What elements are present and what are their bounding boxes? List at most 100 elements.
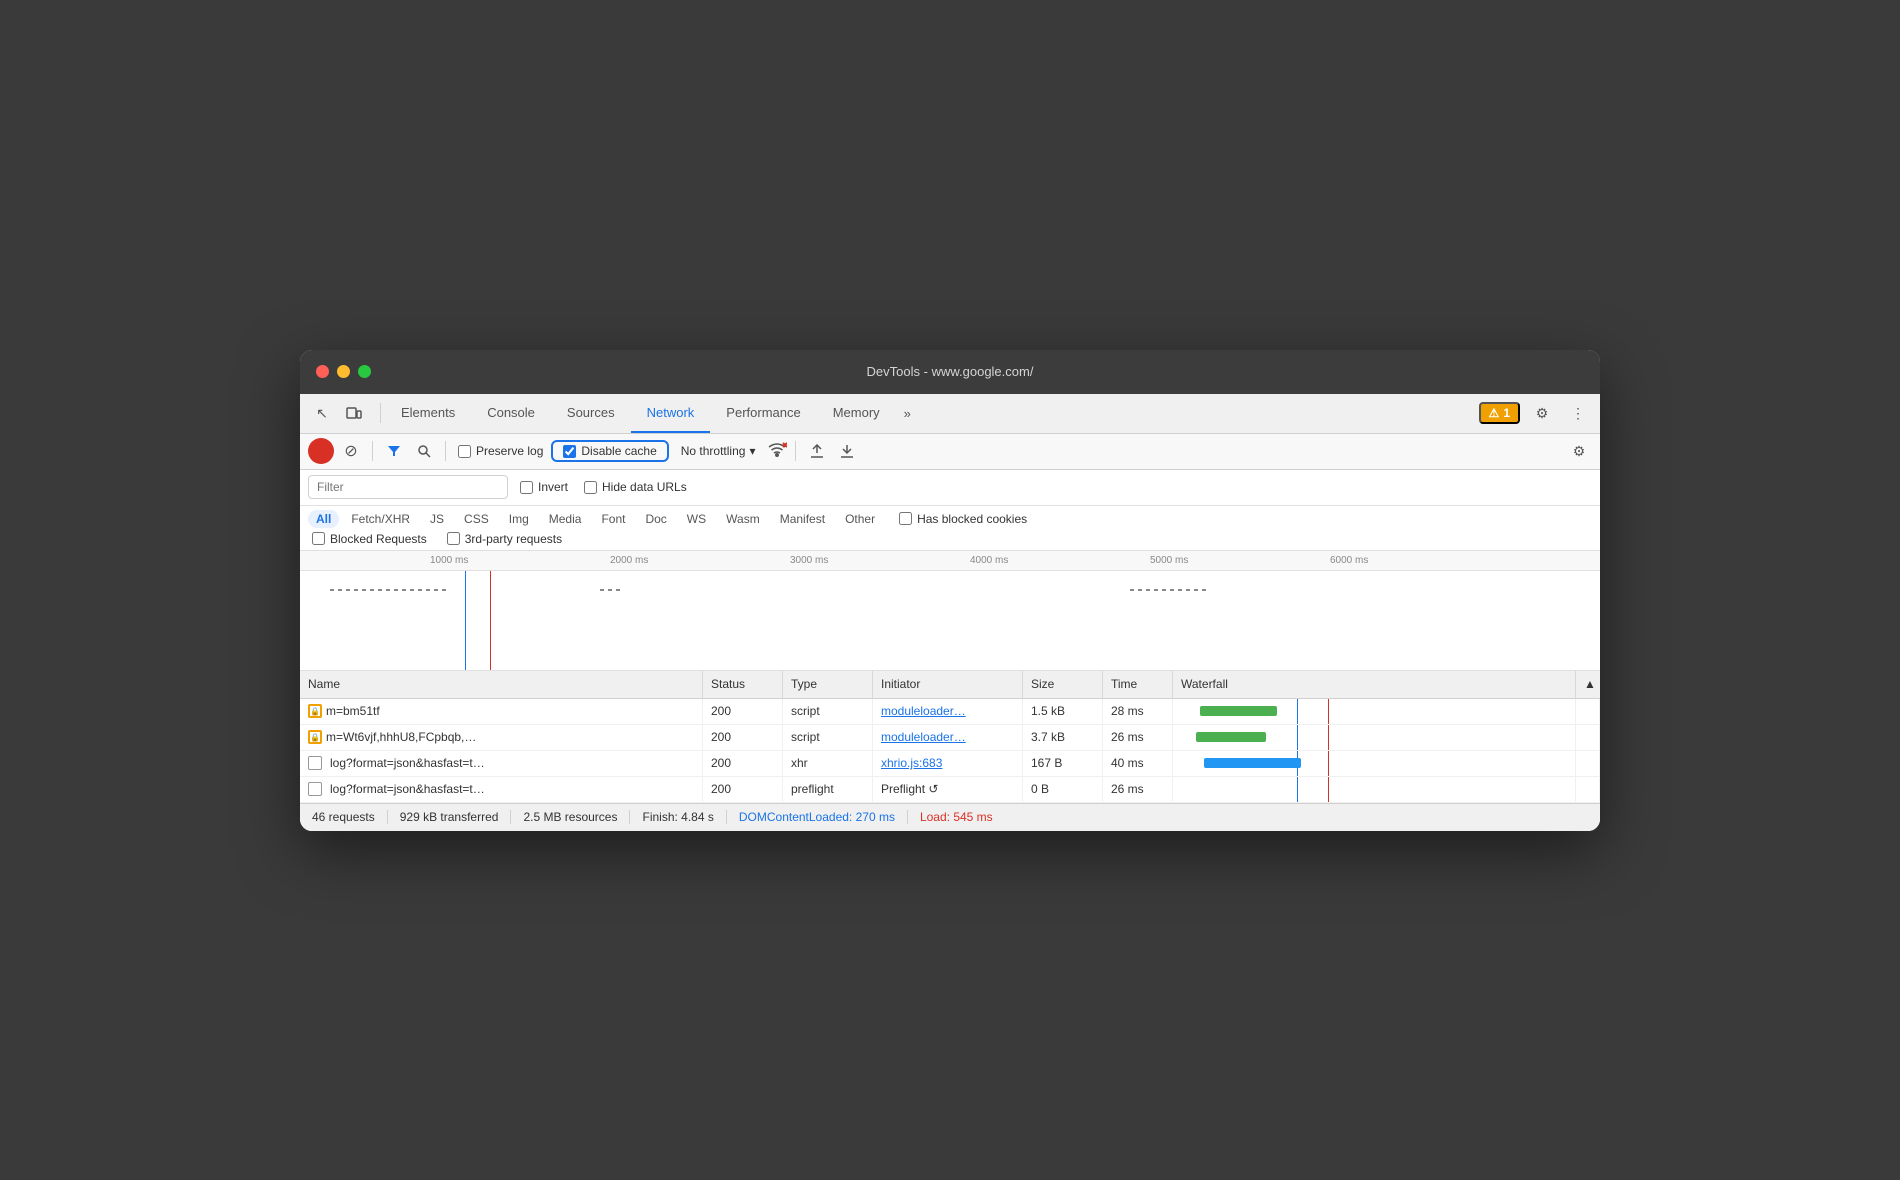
waterfall-bar-3 [1181, 751, 1567, 776]
search-icon-button[interactable] [411, 438, 437, 464]
td-type-1: script [783, 699, 873, 724]
load-line [490, 571, 491, 671]
td-waterfall-4 [1173, 777, 1576, 802]
cursor-icon[interactable]: ↖ [308, 399, 336, 427]
filter-input[interactable] [308, 475, 508, 499]
td-initiator-1: moduleloader… [873, 699, 1023, 724]
table-row[interactable]: log?format=json&hasfast=t… 200 xhr xhrio… [300, 751, 1600, 777]
blocked-requests-label[interactable]: Blocked Requests [308, 532, 431, 546]
th-type[interactable]: Type [783, 671, 873, 698]
close-button[interactable] [316, 365, 329, 378]
third-party-requests-label[interactable]: 3rd-party requests [443, 532, 566, 546]
more-options-button[interactable]: ⋮ [1564, 399, 1592, 427]
tab-memory[interactable]: Memory [817, 393, 896, 433]
download-icon-button[interactable] [834, 438, 860, 464]
th-time[interactable]: Time [1103, 671, 1173, 698]
device-toggle-icon[interactable] [340, 399, 368, 427]
status-finish: Finish: 4.84 s [630, 810, 726, 824]
lock-icon-2: 🔒 [308, 730, 322, 744]
timeline-container: 1000 ms 2000 ms 3000 ms 4000 ms 5000 ms … [300, 551, 1600, 671]
th-initiator[interactable]: Initiator [873, 671, 1023, 698]
th-size[interactable]: Size [1023, 671, 1103, 698]
filter-wasm[interactable]: Wasm [718, 510, 768, 528]
record-button[interactable] [308, 438, 334, 464]
hide-data-urls-label[interactable]: Hide data URLs [580, 480, 691, 494]
filter-icon-button[interactable] [381, 438, 407, 464]
tab-more-button[interactable]: » [896, 406, 919, 421]
filter-ws[interactable]: WS [679, 510, 714, 528]
td-name-1: 🔒 m=bm51tf [300, 699, 703, 724]
throttle-select[interactable]: No throttling ▾ [673, 444, 764, 458]
timeline-dash-2 [600, 589, 620, 591]
hide-data-urls-checkbox[interactable] [584, 481, 597, 494]
status-transferred: 929 kB transferred [388, 810, 512, 824]
td-waterfall-3 [1173, 751, 1576, 776]
filter-other[interactable]: Other [837, 510, 883, 528]
th-sort[interactable]: ▲ [1576, 671, 1600, 698]
preserve-log-checkbox[interactable] [458, 445, 471, 458]
filter-doc[interactable]: Doc [637, 510, 674, 528]
filter-css[interactable]: CSS [456, 510, 497, 528]
tick-4000: 4000 ms [970, 555, 1008, 566]
third-party-requests-checkbox[interactable] [447, 532, 460, 545]
type-filter-bar: All Fetch/XHR JS CSS Img Media Font Doc … [300, 506, 1600, 551]
filter-img[interactable]: Img [501, 510, 537, 528]
invert-checkbox[interactable] [520, 481, 533, 494]
tab-performance[interactable]: Performance [710, 393, 816, 433]
devtools-body: ↖ Elements Console Sources [300, 394, 1600, 831]
timeline-chart[interactable] [300, 571, 1600, 671]
table-row[interactable]: log?format=json&hasfast=t… 200 preflight… [300, 777, 1600, 803]
td-extra-3 [1576, 751, 1600, 776]
filter-all[interactable]: All [308, 510, 339, 528]
filter-media[interactable]: Media [541, 510, 590, 528]
filter-font[interactable]: Font [593, 510, 633, 528]
tab-divider-1 [380, 403, 381, 423]
timeline-ruler: 1000 ms 2000 ms 3000 ms 4000 ms 5000 ms … [300, 551, 1600, 571]
tab-elements[interactable]: Elements [385, 393, 471, 433]
td-size-4: 0 B [1023, 777, 1103, 802]
initiator-link-2[interactable]: moduleloader… [881, 730, 966, 744]
waterfall-bar-2 [1181, 725, 1567, 750]
td-type-2: script [783, 725, 873, 750]
preserve-log-label[interactable]: Preserve log [454, 444, 547, 458]
network-settings-button[interactable]: ⚙ [1566, 438, 1592, 464]
filter-manifest[interactable]: Manifest [772, 510, 833, 528]
invert-label[interactable]: Invert [516, 480, 572, 494]
filter-fetch-xhr[interactable]: Fetch/XHR [343, 510, 418, 528]
th-name[interactable]: Name [300, 671, 703, 698]
initiator-link-3[interactable]: xhrio.js:683 [881, 756, 942, 770]
th-waterfall[interactable]: Waterfall [1173, 671, 1576, 698]
network-table: Name Status Type Initiator Size Time Wat… [300, 671, 1600, 803]
devtools-window: DevTools - www.google.com/ ↖ Elements [300, 350, 1600, 831]
td-type-4: preflight [783, 777, 873, 802]
wf-segment-3 [1204, 758, 1301, 768]
has-blocked-cookies-checkbox[interactable] [899, 512, 912, 525]
waterfall-bar-1 [1181, 699, 1567, 724]
lock-icon-1: 🔒 [308, 704, 322, 718]
disable-cache-label[interactable]: Disable cache [559, 444, 660, 458]
tab-network[interactable]: Network [631, 393, 711, 433]
minimize-button[interactable] [337, 365, 350, 378]
wf-red-2 [1328, 725, 1329, 750]
maximize-button[interactable] [358, 365, 371, 378]
table-row[interactable]: 🔒 m=bm51tf 200 script moduleloader… 1.5 … [300, 699, 1600, 725]
td-initiator-4: Preflight ↺ [873, 777, 1023, 802]
waterfall-bar-4 [1181, 777, 1567, 802]
th-status[interactable]: Status [703, 671, 783, 698]
tab-console[interactable]: Console [471, 393, 551, 433]
filter-js[interactable]: JS [422, 510, 452, 528]
initiator-link-1[interactable]: moduleloader… [881, 704, 966, 718]
table-row[interactable]: 🔒 m=Wt6vjf,hhhU8,FCpbqb,… 200 script mod… [300, 725, 1600, 751]
blocked-requests-checkbox[interactable] [312, 532, 325, 545]
toolbar: ⊘ Preserve log Disabl [300, 434, 1600, 470]
upload-icon-button[interactable] [804, 438, 830, 464]
tab-sources[interactable]: Sources [551, 393, 631, 433]
clear-button[interactable]: ⊘ [338, 438, 364, 464]
issues-count: 1 [1503, 406, 1510, 420]
tick-2000: 2000 ms [610, 555, 648, 566]
issues-badge[interactable]: ⚠ 1 [1479, 402, 1520, 424]
disable-cache-checkbox[interactable] [563, 445, 576, 458]
settings-button[interactable]: ⚙ [1528, 399, 1556, 427]
toolbar-divider-1 [372, 441, 373, 461]
has-blocked-cookies-label[interactable]: Has blocked cookies [895, 512, 1031, 526]
